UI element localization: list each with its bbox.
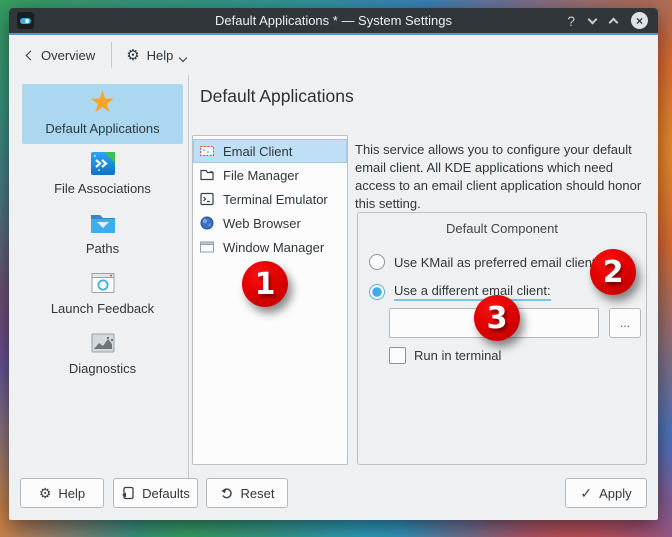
apply-button[interactable]: ✓ Apply (565, 478, 647, 508)
sidebar-item-paths[interactable]: Paths (22, 204, 183, 264)
sidebar-item-file-associations[interactable]: File Associations (22, 144, 183, 204)
help-menu-label: Help (147, 48, 174, 63)
toolbar: Overview ⚙ Help (9, 35, 658, 75)
radio-use-different-client[interactable]: Use a different email client: (369, 283, 551, 301)
annotation-badge-3: 3 (474, 295, 520, 341)
list-item-email-client[interactable]: Email Client (193, 139, 347, 163)
defaults-button[interactable]: Defaults (113, 478, 198, 508)
radio-use-kmail[interactable]: Use KMail as preferred email client (369, 254, 596, 270)
minimize-icon[interactable] (589, 19, 596, 23)
page-title: Default Applications (200, 86, 354, 107)
list-item-window-manager[interactable]: Window Manager (193, 235, 347, 259)
radio-circle-different-client[interactable] (369, 284, 385, 300)
run-in-terminal-row[interactable]: Run in terminal (389, 347, 501, 364)
help-menu-button[interactable]: ⚙ Help (118, 43, 194, 68)
sidebar-item-launch-feedback[interactable]: Launch Feedback (22, 264, 183, 324)
annotation-badge-1: 1 (242, 261, 288, 307)
undo-arrow-icon (220, 486, 234, 500)
help-button[interactable]: ⚙ Help (20, 478, 104, 508)
titlebar[interactable]: Default Applications * — System Settings… (9, 8, 658, 33)
groupbox-title: Default Component (358, 221, 646, 236)
check-icon: ✓ (580, 486, 592, 500)
toolbar-separator (111, 42, 112, 68)
globe-icon (199, 215, 215, 231)
back-chevron-icon (26, 50, 36, 60)
kde-gear-icon: ⚙ (39, 486, 52, 500)
sidebar: ★ Default Applications File Associations (9, 75, 188, 470)
browse-button[interactable]: ... (609, 308, 641, 338)
system-settings-window: Default Applications * — System Settings… (9, 8, 658, 520)
titlebar-help-icon[interactable]: ? (567, 14, 575, 28)
window-icon (199, 239, 215, 255)
list-item-file-manager[interactable]: File Manager (193, 163, 347, 187)
folder-paths-icon (87, 207, 119, 239)
kde-gear-icon: ⚙ (126, 48, 139, 63)
sidebar-separator (188, 75, 189, 478)
diagnostics-icon (87, 327, 119, 359)
run-in-terminal-label: Run in terminal (414, 348, 501, 363)
list-item-web-browser[interactable]: Web Browser (193, 211, 347, 235)
overview-label: Overview (41, 48, 95, 63)
service-description: This service allows you to configure you… (355, 141, 651, 213)
chevron-down-icon (179, 54, 187, 62)
star-icon: ★ (87, 87, 119, 119)
list-item-terminal-emulator[interactable]: Terminal Emulator (193, 187, 347, 211)
launch-feedback-icon (87, 267, 119, 299)
email-icon (199, 143, 215, 159)
close-icon[interactable]: × (631, 12, 648, 29)
radio-label-different-client: Use a different email client: (394, 283, 551, 301)
reset-button[interactable]: Reset (206, 478, 288, 508)
radio-label-kmail: Use KMail as preferred email client (394, 255, 596, 270)
run-in-terminal-checkbox[interactable] (389, 347, 406, 364)
file-associations-icon (87, 147, 119, 179)
window-title: Default Applications * — System Settings (9, 13, 658, 28)
defaults-icon (121, 486, 135, 500)
sidebar-item-default-applications[interactable]: ★ Default Applications (22, 84, 183, 144)
terminal-icon (199, 191, 215, 207)
maximize-icon[interactable] (610, 16, 617, 26)
folder-icon (199, 167, 215, 183)
radio-circle-kmail[interactable] (369, 254, 385, 270)
sidebar-item-diagnostics[interactable]: Diagnostics (22, 324, 183, 384)
overview-button[interactable]: Overview (19, 43, 103, 68)
annotation-badge-2: 2 (590, 249, 636, 295)
